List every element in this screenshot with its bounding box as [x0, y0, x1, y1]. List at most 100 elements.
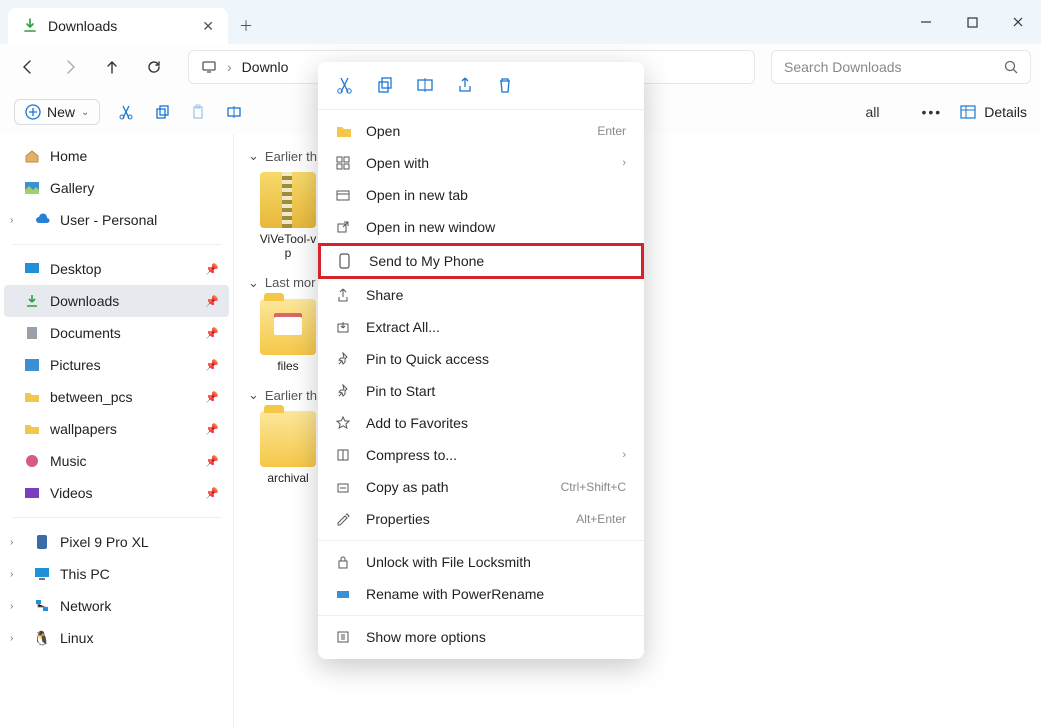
chevron-down-icon: ⌄	[248, 387, 259, 403]
sidebar-wallpapers[interactable]: wallpapers 📌	[4, 413, 229, 445]
chevron-down-icon: ⌄	[81, 107, 89, 118]
ctx-pin-quick[interactable]: Pin to Quick access	[318, 343, 644, 375]
file-item[interactable]: files	[248, 299, 328, 373]
pictures-icon	[24, 357, 40, 373]
pin-icon: 📌	[205, 391, 219, 404]
cloud-icon	[34, 212, 50, 228]
sidebar-network[interactable]: › Network	[4, 590, 229, 622]
ctx-favorites[interactable]: Add to Favorites	[318, 407, 644, 439]
sidebar-user[interactable]: › User - Personal	[4, 204, 229, 236]
pin-icon: 📌	[205, 263, 219, 276]
ctx-copy-path[interactable]: Copy as path Ctrl+Shift+C	[318, 471, 644, 503]
ctx-unlock[interactable]: Unlock with File Locksmith	[318, 546, 644, 578]
cut-icon[interactable]	[336, 76, 354, 94]
chevron-right-icon: ›	[622, 449, 626, 461]
file-item[interactable]: archival	[248, 411, 328, 485]
pin-icon: 📌	[205, 487, 219, 500]
file-label: archival	[267, 471, 308, 485]
delete-icon[interactable]	[496, 76, 514, 94]
details-icon	[960, 105, 976, 119]
chevron-right-icon: ›	[622, 157, 626, 169]
tab-title: Downloads	[48, 18, 117, 34]
paste-icon[interactable]	[190, 104, 208, 120]
ctx-new-window[interactable]: Open in new window	[318, 211, 644, 243]
ctx-send-to-phone[interactable]: Send to My Phone	[318, 243, 644, 279]
ctx-share[interactable]: Share	[318, 279, 644, 311]
chevron-right-icon: ›	[10, 569, 24, 580]
documents-icon	[24, 325, 40, 341]
file-label: ViVeTool-v p	[260, 232, 316, 261]
rename-icon[interactable]	[226, 104, 244, 120]
details-view-button[interactable]: Details	[960, 104, 1027, 120]
ctx-open[interactable]: Open Enter	[318, 115, 644, 147]
forward-button[interactable]	[52, 49, 88, 85]
new-button[interactable]: New ⌄	[14, 99, 100, 125]
sidebar-thispc[interactable]: › This PC	[4, 558, 229, 590]
back-button[interactable]	[10, 49, 46, 85]
filter-all[interactable]: all	[865, 104, 879, 120]
ctx-compress[interactable]: Compress to... ›	[318, 439, 644, 471]
ctx-properties[interactable]: Properties Alt+Enter	[318, 503, 644, 535]
cut-icon[interactable]	[118, 104, 136, 120]
folder-icon	[260, 299, 316, 355]
sidebar-music[interactable]: Music 📌	[4, 445, 229, 477]
sidebar-pictures[interactable]: Pictures 📌	[4, 349, 229, 381]
sidebar-gallery[interactable]: Gallery	[4, 172, 229, 204]
ctx-extract[interactable]: Extract All...	[318, 311, 644, 343]
ctx-new-tab[interactable]: Open in new tab	[318, 179, 644, 211]
refresh-button[interactable]	[136, 49, 172, 85]
up-button[interactable]	[94, 49, 130, 85]
file-label: files	[277, 359, 298, 373]
ctx-rename-power[interactable]: Rename with PowerRename	[318, 578, 644, 610]
sidebar-desktop[interactable]: Desktop 📌	[4, 253, 229, 285]
more-icon[interactable]: •••	[921, 104, 942, 120]
pin-icon: 📌	[205, 455, 219, 468]
plus-circle-icon	[25, 104, 41, 120]
sidebar-between[interactable]: between_pcs 📌	[4, 381, 229, 413]
copy-icon[interactable]	[376, 76, 394, 94]
phone-icon	[34, 534, 50, 550]
sidebar-home[interactable]: Home	[4, 140, 229, 172]
music-icon	[24, 453, 40, 469]
pc-icon	[34, 566, 50, 582]
sidebar-linux[interactable]: › 🐧 Linux	[4, 622, 229, 654]
window-controls	[903, 0, 1041, 44]
ctx-more-options[interactable]: Show more options	[318, 621, 644, 653]
search-placeholder: Search Downloads	[784, 59, 902, 75]
new-label: New	[47, 104, 75, 120]
sidebar-documents[interactable]: Documents 📌	[4, 317, 229, 349]
zip-file-icon	[260, 172, 316, 228]
copy-icon[interactable]	[154, 104, 172, 120]
download-icon	[24, 293, 40, 309]
file-item[interactable]: ViVeTool-v p	[248, 172, 328, 261]
context-toolbar	[318, 68, 644, 104]
close-window-button[interactable]	[995, 0, 1041, 44]
pin-icon	[336, 352, 352, 366]
share-icon[interactable]	[456, 76, 474, 94]
tab-icon	[336, 188, 352, 202]
search-input[interactable]: Search Downloads	[771, 50, 1031, 84]
share-icon	[336, 288, 352, 302]
pin-icon: 📌	[205, 295, 219, 308]
pin-icon: 📌	[205, 327, 219, 340]
pin-icon: 📌	[205, 423, 219, 436]
window-tab[interactable]: Downloads ✕	[8, 8, 228, 44]
maximize-button[interactable]	[949, 0, 995, 44]
breadcrumb-text: Downlo	[242, 59, 289, 75]
search-icon	[1004, 60, 1018, 74]
close-tab-icon[interactable]: ✕	[202, 18, 214, 35]
network-icon	[34, 598, 50, 614]
desktop-icon	[24, 261, 40, 277]
new-tab-button[interactable]: ＋	[228, 8, 264, 44]
sidebar-pixel[interactable]: › Pixel 9 Pro XL	[4, 526, 229, 558]
chevron-right-icon: ›	[10, 601, 24, 612]
rename-icon[interactable]	[416, 76, 434, 94]
sidebar-videos[interactable]: Videos 📌	[4, 477, 229, 509]
ctx-open-with[interactable]: Open with ›	[318, 147, 644, 179]
sidebar-downloads[interactable]: Downloads 📌	[4, 285, 229, 317]
ctx-pin-start[interactable]: Pin to Start	[318, 375, 644, 407]
star-icon	[336, 416, 352, 430]
external-icon	[336, 220, 352, 234]
chevron-right-icon: ›	[10, 633, 24, 644]
minimize-button[interactable]	[903, 0, 949, 44]
